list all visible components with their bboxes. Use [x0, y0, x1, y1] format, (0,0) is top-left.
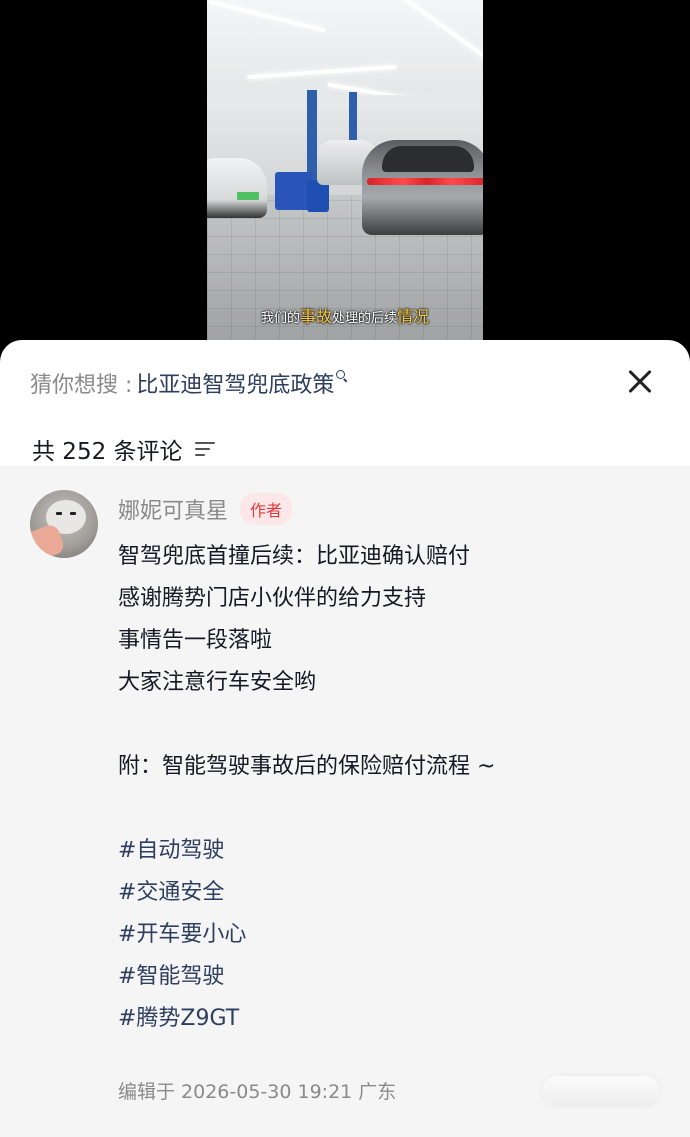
- edit-timestamp-location: 编辑于 2026-05-30 19:21 广东: [118, 1080, 397, 1103]
- search-icon: [336, 370, 348, 382]
- comment-author-row: 娜妮可真星 作者: [118, 492, 293, 526]
- sort-icon[interactable]: [194, 441, 217, 457]
- comment-item[interactable]: 娜妮可真星 作者 智驾兜底首撞后续：比亚迪确认赔付 感谢腾势门店小伙伴的给力支持…: [0, 466, 690, 1137]
- avatar[interactable]: [30, 490, 98, 558]
- hashtag-link[interactable]: #腾势Z9GT: [118, 998, 658, 1040]
- license-plate: [237, 192, 259, 200]
- car-left: [207, 158, 267, 218]
- comment-sheet: 猜你想搜 : 比亚迪智驾兜底政策 共 252 条评论 娜妮可真星 作者 智驾兜底…: [0, 340, 690, 1137]
- close-icon[interactable]: [622, 364, 658, 400]
- comment-line: 事情告一段落啦: [118, 628, 273, 653]
- suggestion-label: 猜你想搜 :: [30, 373, 133, 398]
- subtitle-highlight: 情况: [397, 307, 430, 326]
- comment-line: 附：智能驾驶事故后的保险赔付流程 ~: [118, 754, 496, 779]
- reply-action-pill[interactable]: [542, 1076, 660, 1106]
- video-scene-ceiling: [207, 0, 483, 110]
- car-rear-window: [382, 146, 474, 172]
- lift-pillar: [307, 90, 317, 180]
- video-player[interactable]: 我们的事故处理的后续情况: [0, 0, 690, 345]
- comment-line: 感谢腾势门店小伙伴的给力支持: [118, 586, 427, 611]
- hashtag-link[interactable]: #开车要小心: [118, 914, 658, 956]
- hashtag-link[interactable]: #交通安全: [118, 872, 658, 914]
- comment-count: 共 252 条评论: [32, 439, 183, 465]
- hashtag-link[interactable]: #自动驾驶: [118, 830, 658, 872]
- avatar-eye: [56, 512, 62, 515]
- comment-blank-line: [118, 788, 658, 830]
- video-frame[interactable]: 我们的事故处理的后续情况: [207, 0, 483, 345]
- comments-header: 共 252 条评论: [32, 432, 217, 466]
- subtitle-highlight: 事故: [299, 307, 332, 326]
- comment-line: 智驾兜底首撞后续：比亚迪确认赔付: [118, 544, 471, 569]
- suggestion-query-link[interactable]: 比亚迪智驾兜底政策: [136, 367, 334, 399]
- author-badge: 作者: [240, 493, 293, 525]
- hashtag-link[interactable]: #智能驾驶: [118, 956, 658, 998]
- subtitle-text: 我们的: [260, 311, 300, 326]
- comment-meta: 编辑于 2026-05-30 19:21 广东: [118, 1074, 396, 1106]
- comment-body: 智驾兜底首撞后续：比亚迪确认赔付 感谢腾势门店小伙伴的给力支持 事情告一段落啦 …: [118, 536, 658, 1040]
- subtitle-text: 处理的后续: [332, 311, 398, 326]
- car-taillight: [367, 178, 483, 185]
- avatar-eye: [70, 512, 76, 515]
- video-subtitle: 我们的事故处理的后续情况: [207, 303, 483, 327]
- search-suggestion[interactable]: 猜你想搜 : 比亚迪智驾兜底政策: [30, 366, 348, 400]
- comment-blank-line: [118, 704, 658, 746]
- author-name[interactable]: 娜妮可真星: [118, 493, 228, 525]
- comment-line: 大家注意行车安全哟: [118, 670, 317, 695]
